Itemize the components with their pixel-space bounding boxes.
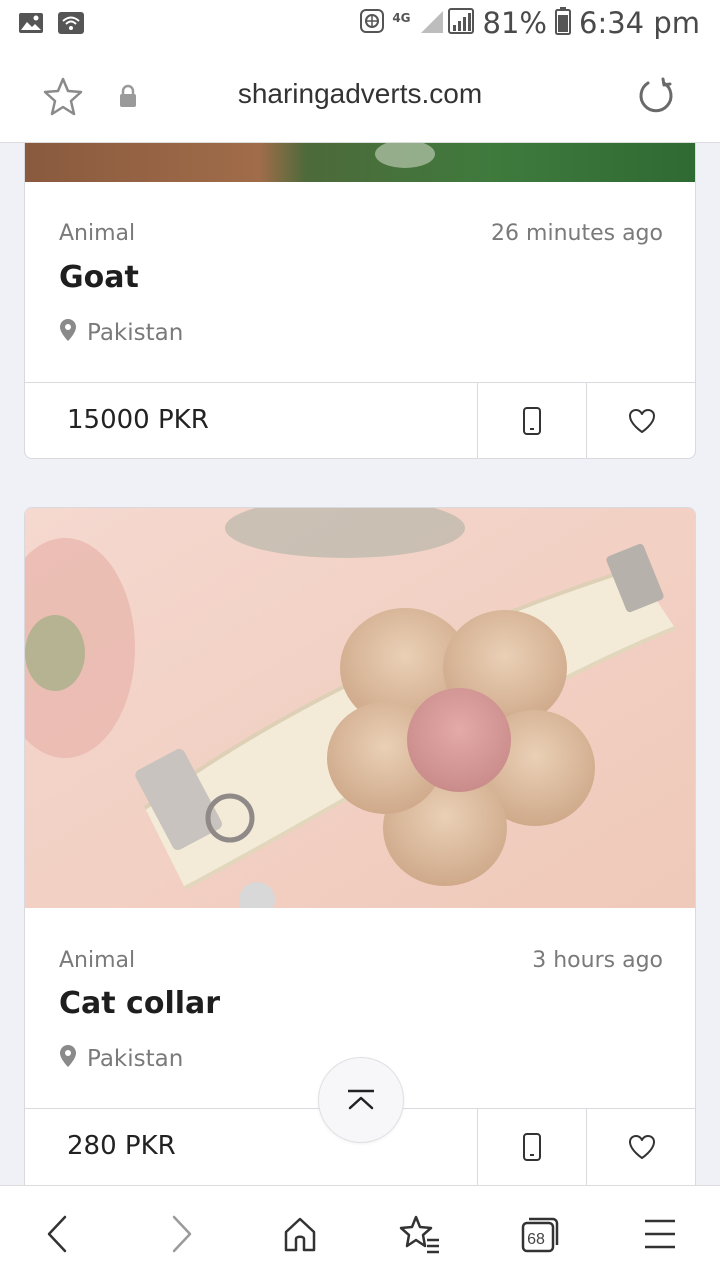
listing-price: 15000 PKR: [67, 405, 209, 435]
listing-time: 26 minutes ago: [491, 221, 663, 246]
home-button[interactable]: [276, 1210, 324, 1258]
bookmarks-button[interactable]: [396, 1210, 444, 1258]
location-pin-icon: [59, 318, 77, 348]
hamburger-menu-icon: [645, 1219, 675, 1249]
tabs-button[interactable]: 68: [516, 1210, 564, 1258]
favorite-button[interactable]: [586, 1109, 695, 1185]
browser-bottom-nav: 68: [0, 1185, 720, 1281]
listings-feed[interactable]: Animal 26 minutes ago Goat Pakistan 1500…: [0, 143, 720, 1185]
listing-price-row: 15000 PKR: [25, 382, 695, 458]
heart-icon: [628, 409, 655, 433]
listing-title[interactable]: Goat: [59, 260, 139, 295]
battery-percent: 81%: [482, 6, 547, 40]
browser-url-bar: sharingadverts.com: [0, 50, 720, 143]
signal-icon: [419, 7, 475, 39]
forward-button[interactable]: [157, 1210, 205, 1258]
wifi-icon: [58, 12, 84, 38]
chevron-left-icon: [47, 1215, 67, 1253]
listing-card[interactable]: Animal 26 minutes ago Goat Pakistan 1500…: [24, 143, 696, 459]
clock: 6:34 pm: [579, 6, 700, 40]
battery-icon: [555, 7, 571, 39]
call-button[interactable]: [477, 383, 586, 458]
phone-icon: [523, 1133, 541, 1161]
menu-button[interactable]: [636, 1210, 684, 1258]
home-icon: [284, 1217, 316, 1252]
listing-category: Animal: [59, 221, 136, 246]
scroll-to-top-button[interactable]: [318, 1057, 404, 1143]
reload-icon[interactable]: [636, 76, 676, 120]
location-text: Pakistan: [87, 320, 184, 346]
listing-title[interactable]: Cat collar: [59, 986, 220, 1021]
data-saver-icon: [360, 9, 385, 37]
favorite-button[interactable]: [586, 383, 695, 458]
gallery-icon: [18, 12, 44, 38]
status-bar: 4G 81% 6:34 pm: [0, 0, 720, 50]
url-text[interactable]: sharingadverts.com: [0, 78, 720, 110]
listing-image[interactable]: [25, 143, 695, 182]
bookmark-star-list-icon: [399, 1215, 439, 1254]
location-text: Pakistan: [87, 1046, 184, 1072]
chevron-right-icon: [172, 1215, 192, 1253]
back-button[interactable]: [34, 1210, 82, 1258]
call-button[interactable]: [477, 1109, 586, 1185]
network-type: 4G: [392, 11, 411, 25]
listing-location: Pakistan: [59, 1044, 183, 1074]
listing-category: Animal: [59, 948, 136, 973]
phone-icon: [523, 407, 541, 435]
listing-image[interactable]: [25, 508, 695, 918]
tabs-count: 68: [527, 1231, 545, 1248]
heart-icon: [628, 1135, 655, 1159]
listing-time: 3 hours ago: [532, 948, 663, 973]
listing-location: Pakistan: [59, 318, 183, 348]
listing-price: 280 PKR: [67, 1131, 176, 1161]
chevron-up-icon: [348, 1089, 374, 1110]
location-pin-icon: [59, 1044, 77, 1074]
